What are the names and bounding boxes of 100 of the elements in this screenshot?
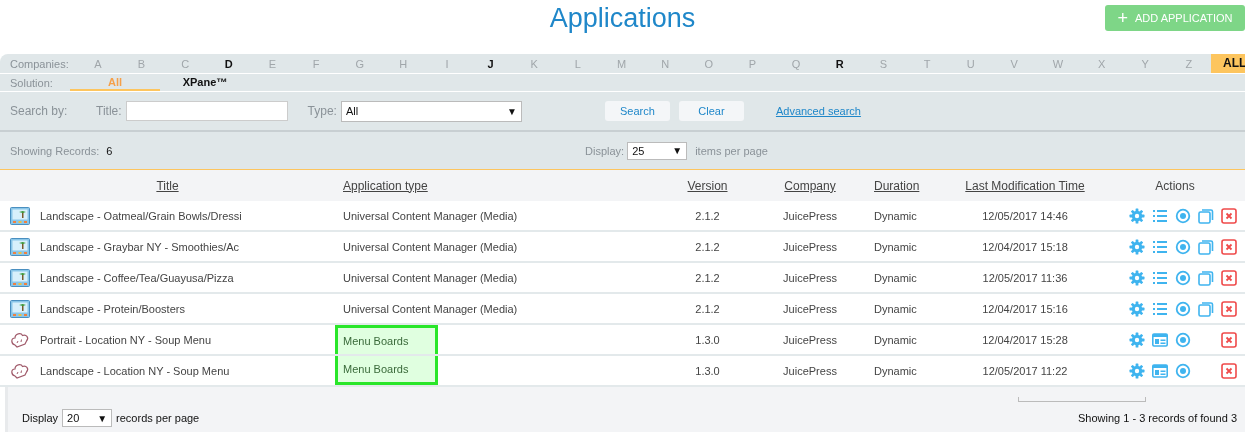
letter-filter[interactable]: U — [948, 57, 993, 70]
letter-filter[interactable]: W — [1036, 57, 1080, 70]
letter-filter[interactable]: L — [556, 57, 600, 70]
application-type: Universal Content Manager (Media) — [342, 301, 519, 317]
settings-icon[interactable] — [1129, 362, 1145, 379]
landscape-screen-icon — [10, 206, 30, 225]
chef-hat-icon — [10, 361, 30, 380]
eye-icon[interactable] — [1175, 207, 1191, 224]
list-icon[interactable] — [1152, 238, 1168, 255]
copy-icon[interactable] — [1198, 238, 1214, 255]
column-sort-link[interactable]: Duration — [874, 178, 920, 193]
records-per-page-label: records per page — [116, 412, 200, 424]
version-cell: 2.1.2 — [695, 302, 720, 315]
letter-filter[interactable]: R — [817, 57, 862, 70]
delete-icon[interactable] — [1221, 269, 1237, 286]
letter-filter[interactable]: E — [250, 57, 295, 70]
company-cell: JuicePress — [783, 333, 837, 346]
eye-icon[interactable] — [1175, 238, 1191, 255]
search-button[interactable]: Search — [604, 101, 670, 121]
application-type: Universal Content Manager (Media) — [342, 239, 519, 255]
letter-filter[interactable]: V — [992, 57, 1037, 70]
delete-icon[interactable] — [1221, 331, 1237, 348]
type-select[interactable]: All ▼ — [340, 100, 522, 122]
letter-filter[interactable]: Y — [1123, 57, 1167, 70]
letter-filter[interactable]: C — [163, 57, 207, 70]
letter-filter[interactable]: A — [76, 57, 120, 70]
display-select[interactable]: 25 ▼ — [627, 141, 688, 160]
showing-records-label: Showing Records: — [10, 144, 100, 157]
column-sort-link[interactable]: Application type — [343, 178, 428, 193]
clear-button[interactable]: Clear — [678, 101, 744, 121]
display-label: Display — [22, 412, 59, 424]
letter-filter[interactable]: Q — [774, 57, 818, 70]
eye-icon[interactable] — [1175, 300, 1191, 317]
layout-icon[interactable] — [1152, 331, 1168, 348]
delete-icon[interactable] — [1221, 362, 1237, 379]
letter-filter[interactable]: S — [861, 57, 906, 70]
add-application-button[interactable]: + ADD APPLICATION — [1105, 5, 1245, 31]
advanced-search-link[interactable]: Advanced search — [775, 105, 861, 117]
letter-filter[interactable]: O — [686, 57, 731, 70]
letter-filter[interactable]: J — [468, 57, 513, 70]
settings-icon[interactable] — [1129, 331, 1145, 348]
letter-filter[interactable]: T — [905, 57, 949, 70]
settings-icon[interactable] — [1129, 207, 1145, 224]
letter-filter[interactable]: H — [381, 57, 426, 70]
column-sort-link[interactable]: Version — [687, 178, 728, 193]
modified-time-cell: 12/04/2017 15:28 — [982, 333, 1068, 346]
solution-tab[interactable]: XPane™ — [160, 74, 250, 91]
list-icon[interactable] — [1152, 269, 1168, 286]
page-title: Applications — [549, 2, 696, 35]
letter-filter[interactable]: N — [643, 57, 687, 70]
column-header: Actions — [1155, 178, 1195, 193]
letter-filter[interactable]: D — [206, 57, 251, 70]
records-per-page-select[interactable]: 20 ▼ — [62, 409, 113, 427]
record-count: 6 — [106, 144, 113, 157]
modified-time-cell: 12/05/2017 11:36 — [982, 271, 1068, 284]
letter-filter[interactable]: B — [119, 57, 164, 70]
settings-icon[interactable] — [1129, 238, 1145, 255]
letter-filter[interactable]: P — [730, 57, 775, 70]
modified-time-cell: 12/05/2017 14:46 — [982, 209, 1068, 222]
copy-icon[interactable] — [1198, 269, 1214, 286]
letter-filter[interactable]: Z — [1167, 57, 1211, 70]
title-input[interactable] — [125, 101, 288, 121]
highlighted-application-type: Menu Boards — [335, 356, 438, 385]
copy-icon[interactable] — [1198, 207, 1214, 224]
letter-filter[interactable]: K — [512, 57, 557, 70]
display-label: Display: — [585, 144, 625, 157]
modified-time-cell: 12/04/2017 15:16 — [982, 302, 1068, 315]
eye-icon[interactable] — [1175, 269, 1191, 286]
items-per-page-label: items per page — [695, 144, 768, 157]
layout-icon[interactable] — [1152, 362, 1168, 379]
settings-icon[interactable] — [1129, 269, 1145, 286]
delete-icon[interactable] — [1221, 238, 1237, 255]
letter-filter[interactable]: ALL — [1210, 54, 1245, 73]
column-sort-link[interactable]: Company — [784, 178, 836, 193]
version-cell: 1.3.0 — [695, 333, 720, 346]
letter-filter[interactable]: F — [294, 57, 338, 70]
delete-icon[interactable] — [1221, 207, 1237, 224]
company-cell: JuicePress — [783, 271, 837, 284]
list-icon[interactable] — [1152, 207, 1168, 224]
delete-icon[interactable] — [1221, 300, 1237, 317]
solution-tab[interactable]: All — [70, 74, 160, 91]
letter-filter[interactable]: M — [599, 57, 644, 70]
letter-filter[interactable]: G — [337, 57, 382, 70]
eye-icon[interactable] — [1175, 362, 1191, 379]
column-sort-link[interactable]: Title — [156, 178, 179, 193]
list-icon[interactable] — [1152, 300, 1168, 317]
letter-filter[interactable]: X — [1079, 57, 1124, 70]
company-cell: JuicePress — [783, 209, 837, 222]
duration-cell: Dynamic — [874, 240, 917, 253]
application-title: Landscape - Protein/Boosters — [40, 302, 185, 315]
version-cell: 1.3.0 — [695, 364, 720, 377]
companies-label: Companies: — [9, 57, 70, 70]
chef-hat-icon — [10, 330, 30, 349]
copy-icon[interactable] — [1198, 300, 1214, 317]
application-title: Landscape - Graybar NY - Smoothies/Ac — [40, 240, 240, 253]
version-cell: 2.1.2 — [695, 209, 720, 222]
eye-icon[interactable] — [1175, 331, 1191, 348]
highlighted-application-type: Menu Boards — [335, 325, 438, 354]
column-sort-link[interactable]: Last Modification Time — [965, 178, 1085, 193]
settings-icon[interactable] — [1129, 300, 1145, 317]
